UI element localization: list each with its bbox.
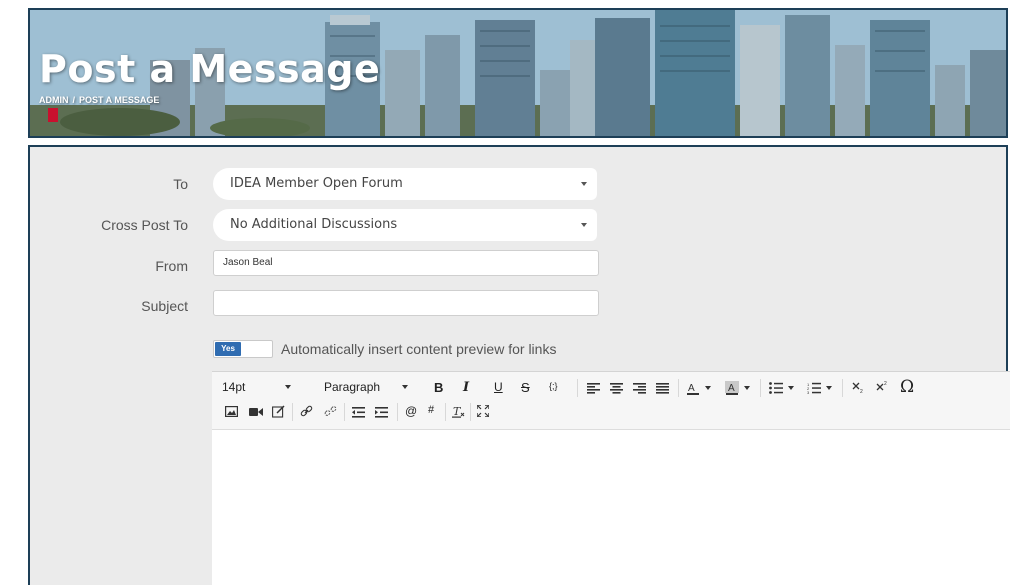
toolbar-divider [842, 379, 843, 397]
code-button[interactable]: {;} [549, 381, 558, 391]
hashtag-button[interactable]: # [428, 404, 434, 416]
breadcrumb-separator: / [72, 95, 76, 105]
toolbar-divider [292, 403, 293, 421]
chevron-down-icon [581, 182, 587, 186]
to-select[interactable]: IDEA Member Open Forum [213, 168, 597, 200]
content-preview-label: Automatically insert content preview for… [281, 341, 557, 357]
subscript-icon[interactable]: 2 [852, 381, 864, 393]
numbered-list-icon[interactable]: 123 [807, 382, 832, 394]
rich-text-editor: 14pt Paragraph B I U S {;} A A 1 2 3 2 2… [212, 371, 1010, 588]
chevron-down-icon [744, 386, 750, 390]
remove-link-icon[interactable] [324, 405, 337, 418]
page-banner: Post a Message ADMIN / POST A MESSAGE [28, 8, 1008, 138]
strikethrough-button[interactable]: S [521, 380, 530, 395]
page-title: Post a Message [39, 47, 381, 91]
align-justify-icon[interactable] [656, 383, 669, 394]
cross-post-label: Cross Post To [101, 217, 188, 233]
indent-icon[interactable] [375, 407, 388, 418]
cross-post-select[interactable]: No Additional Discussions [213, 209, 597, 241]
block-format-dropdown[interactable]: Paragraph [324, 380, 409, 394]
superscript-icon[interactable]: 2 [876, 380, 888, 392]
post-message-form: To IDEA Member Open Forum Cross Post To … [28, 145, 1010, 588]
mention-button[interactable]: @ [405, 404, 417, 418]
breadcrumb-current: POST A MESSAGE [79, 95, 160, 105]
from-label: From [155, 258, 188, 274]
align-center-icon[interactable] [610, 383, 623, 394]
chevron-down-icon [826, 386, 832, 390]
edit-source-icon[interactable] [272, 405, 285, 418]
chevron-down-icon [402, 385, 409, 389]
insert-video-icon[interactable] [249, 407, 263, 417]
svg-text:A: A [688, 383, 695, 394]
align-right-icon[interactable] [633, 383, 646, 394]
svg-text:2: 2 [884, 381, 887, 387]
svg-text:A: A [728, 383, 735, 394]
clear-formatting-icon[interactable]: T [452, 405, 465, 418]
subject-input[interactable] [213, 290, 599, 316]
chevron-down-icon [581, 223, 587, 227]
background-color-icon[interactable]: A [725, 381, 750, 395]
italic-button[interactable]: I [463, 380, 469, 395]
from-field-value: Jason Beal [223, 257, 273, 268]
font-size-value: 14pt [222, 380, 246, 394]
to-label: To [173, 176, 188, 192]
toolbar-divider [344, 403, 345, 421]
special-character-icon[interactable]: Ω [900, 377, 914, 397]
toolbar-divider [397, 403, 398, 421]
chevron-down-icon [285, 385, 292, 389]
cross-post-select-value: No Additional Discussions [230, 217, 398, 232]
insert-link-icon[interactable] [300, 405, 313, 418]
editor-content-area[interactable] [212, 430, 1010, 588]
content-preview-toggle[interactable]: Yes [213, 340, 273, 358]
toggle-state: Yes [215, 342, 241, 356]
toolbar-divider [760, 379, 761, 397]
breadcrumb: ADMIN / POST A MESSAGE [39, 95, 159, 105]
chevron-down-icon [788, 386, 794, 390]
toolbar-divider [445, 403, 446, 421]
editor-toolbar: 14pt Paragraph B I U S {;} A A 1 2 3 2 2… [212, 372, 1010, 430]
svg-text:3: 3 [807, 390, 810, 394]
svg-text:2: 2 [860, 389, 863, 393]
toolbar-divider [470, 403, 471, 421]
outdent-icon[interactable] [352, 407, 365, 418]
chevron-down-icon [705, 386, 711, 390]
bold-button[interactable]: B [434, 380, 443, 395]
block-format-value: Paragraph [324, 380, 381, 394]
to-select-value: IDEA Member Open Forum [230, 176, 403, 191]
insert-image-icon[interactable] [225, 406, 238, 417]
underline-button[interactable]: U [494, 380, 503, 394]
bullet-list-icon[interactable] [769, 382, 794, 394]
font-size-dropdown[interactable]: 14pt [222, 380, 292, 394]
svg-text:T: T [453, 405, 462, 418]
from-field[interactable]: Jason Beal [213, 250, 599, 276]
fullscreen-icon[interactable] [477, 405, 489, 417]
align-left-icon[interactable] [587, 383, 600, 394]
toolbar-divider [577, 379, 578, 397]
text-color-icon[interactable]: A [686, 381, 711, 395]
subject-label: Subject [141, 298, 188, 314]
breadcrumb-admin-link[interactable]: ADMIN [39, 95, 69, 105]
toolbar-divider [678, 379, 679, 397]
